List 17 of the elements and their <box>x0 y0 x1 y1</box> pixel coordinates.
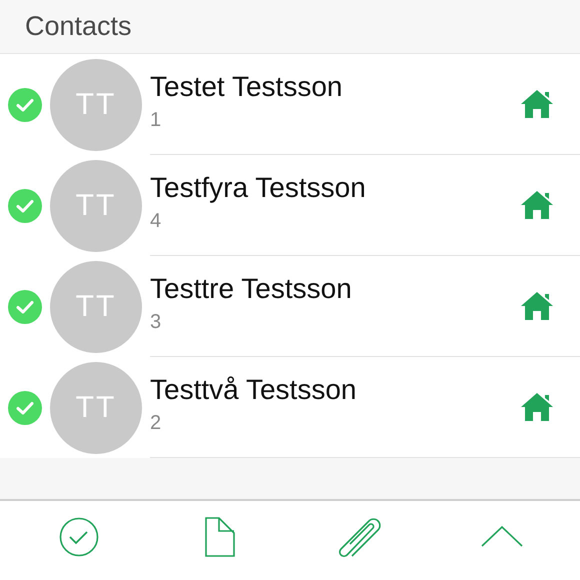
document-icon[interactable] <box>204 516 234 556</box>
home-icon <box>520 88 554 120</box>
contact-name: Testtre Testsson <box>150 272 353 304</box>
contact-number: 4 <box>150 210 162 232</box>
home-icon <box>520 290 554 322</box>
paperclip-icon[interactable] <box>338 516 384 558</box>
contact-number: 2 <box>150 412 162 434</box>
contact-number: 1 <box>150 108 162 132</box>
contact-number: 3 <box>150 310 162 334</box>
home-icon <box>520 189 554 221</box>
check-circle-icon[interactable] <box>58 516 98 556</box>
home-icon <box>520 391 554 423</box>
contact-name: Testet Testsson <box>150 70 344 102</box>
contact-name: Testtvå Testsson <box>150 374 358 406</box>
chevron-up-icon[interactable] <box>480 526 522 547</box>
header-title: Contacts <box>25 11 132 42</box>
contact-name: Testfyra Testsson <box>150 172 367 204</box>
